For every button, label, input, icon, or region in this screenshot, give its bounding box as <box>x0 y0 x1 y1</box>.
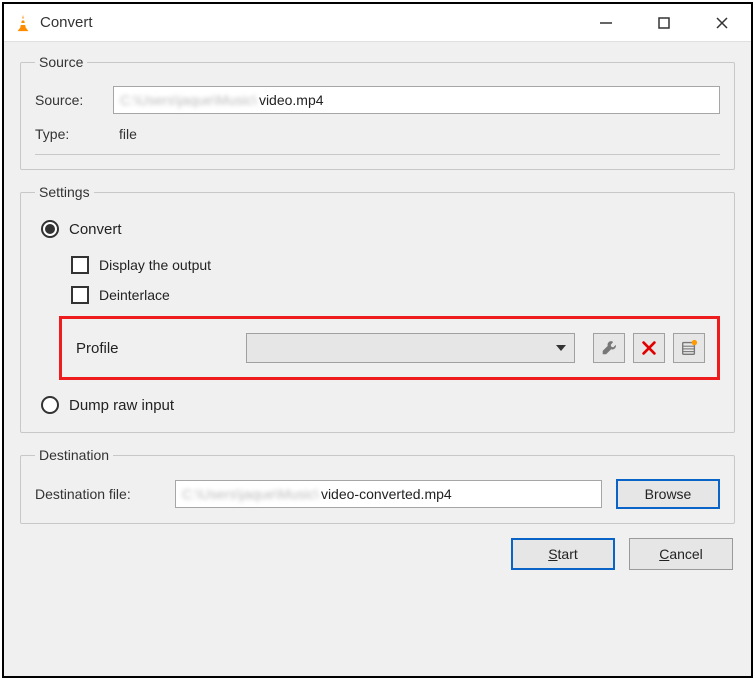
source-group: Source Source: C:\Users\jaque\Music\ vid… <box>20 54 735 170</box>
source-input[interactable]: C:\Users\jaque\Music\ video.mp4 <box>113 86 720 114</box>
start-button-label: Start <box>548 546 578 562</box>
window-title: Convert <box>40 14 577 31</box>
deinterlace-label: Deinterlace <box>99 287 170 303</box>
titlebar: Convert <box>4 4 751 42</box>
dump-radio[interactable] <box>41 396 59 414</box>
profile-select[interactable] <box>246 333 575 363</box>
display-output-label: Display the output <box>99 257 211 273</box>
cancel-button[interactable]: Cancel <box>629 538 733 570</box>
start-button[interactable]: Start <box>511 538 615 570</box>
minimize-button[interactable] <box>577 4 635 41</box>
type-row: Type: file <box>35 126 720 142</box>
source-path-visible: video.mp4 <box>259 92 324 108</box>
settings-group: Settings Convert Display the output Dein… <box>20 184 735 433</box>
dump-radio-row[interactable]: Dump raw input <box>41 396 720 414</box>
source-row: Source: C:\Users\jaque\Music\ video.mp4 <box>35 86 720 114</box>
new-profile-button[interactable] <box>673 333 705 363</box>
maximize-icon <box>657 16 671 30</box>
new-profile-icon <box>680 339 698 357</box>
minimize-icon <box>599 16 613 30</box>
maximize-button[interactable] <box>635 4 693 41</box>
type-value: file <box>113 126 137 142</box>
source-label: Source: <box>35 92 113 108</box>
convert-radio-row[interactable]: Convert <box>41 220 720 238</box>
source-group-label: Source <box>35 54 87 70</box>
source-path-prefix: C:\Users\jaque\Music\ <box>120 92 257 108</box>
edit-profile-button[interactable] <box>593 333 625 363</box>
type-label: Type: <box>35 126 113 142</box>
convert-radio[interactable] <box>41 220 59 238</box>
destination-group-label: Destination <box>35 447 113 463</box>
source-separator <box>35 154 720 155</box>
window-controls <box>577 4 751 41</box>
close-icon <box>715 16 729 30</box>
settings-group-label: Settings <box>35 184 94 200</box>
dialog-footer: Start Cancel <box>20 538 735 570</box>
browse-button[interactable]: Browse <box>616 479 720 509</box>
browse-button-label: Browse <box>645 486 692 502</box>
destination-input[interactable]: C:\Users\jaque\Music\ video-converted.mp… <box>175 480 602 508</box>
destination-label: Destination file: <box>35 486 175 502</box>
destination-group: Destination Destination file: C:\Users\j… <box>20 447 735 524</box>
profile-row: Profile <box>59 316 720 380</box>
wrench-icon <box>600 339 618 357</box>
vlc-app-icon <box>14 14 32 32</box>
destination-row: Destination file: C:\Users\jaque\Music\ … <box>35 479 720 509</box>
destination-path-visible: video-converted.mp4 <box>321 486 452 502</box>
deinterlace-checkbox[interactable] <box>71 286 89 304</box>
destination-path-prefix: C:\Users\jaque\Music\ <box>182 486 319 502</box>
profile-label: Profile <box>76 340 246 357</box>
delete-profile-button[interactable] <box>633 333 665 363</box>
convert-radio-label: Convert <box>69 221 122 238</box>
close-button[interactable] <box>693 4 751 41</box>
chevron-down-icon <box>556 345 566 351</box>
cancel-button-label: Cancel <box>659 546 703 562</box>
display-output-checkbox[interactable] <box>71 256 89 274</box>
display-output-row[interactable]: Display the output <box>71 256 720 274</box>
deinterlace-row[interactable]: Deinterlace <box>71 286 720 304</box>
dump-radio-label: Dump raw input <box>69 397 174 414</box>
client-area: Source Source: C:\Users\jaque\Music\ vid… <box>4 42 751 676</box>
convert-dialog: Convert Source Source: C:\Users\jaque\Mu… <box>2 2 753 678</box>
delete-icon <box>640 339 658 357</box>
